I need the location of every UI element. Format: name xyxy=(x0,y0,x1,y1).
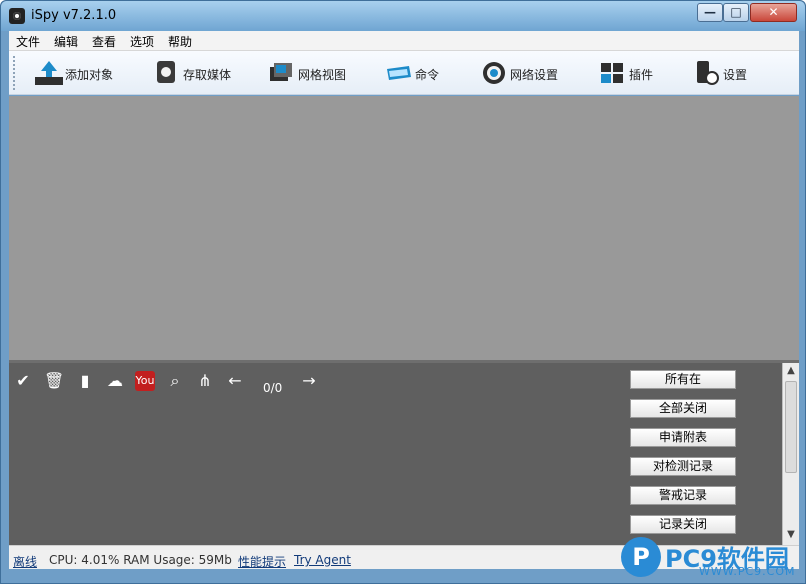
youtube-icon[interactable]: You xyxy=(135,371,155,391)
menu-file[interactable]: 文件 xyxy=(16,33,40,50)
search-icon[interactable]: ⌕ xyxy=(165,371,185,391)
window-title: iSpy v7.2.1.0 xyxy=(31,8,117,23)
performance-tips-link[interactable]: 性能提示 xyxy=(238,553,286,570)
plugin-icon xyxy=(601,63,623,83)
media-pane[interactable]: ✔ 🗑 ▮ ☁ You ⌕ ⋔ ← 0/0 → xyxy=(9,363,622,545)
bottom-panel: ✔ 🗑 ▮ ☁ You ⌕ ⋔ ← 0/0 → 所有在 全部关闭 申请附表 对检… xyxy=(9,363,799,545)
grid-view-icon xyxy=(270,63,292,81)
apply-schedule-button[interactable]: 申请附表 xyxy=(630,428,736,447)
close-all-button[interactable]: 全部关闭 xyxy=(630,399,736,418)
action-pane: 所有在 全部关闭 申请附表 对检测记录 警戒记录 记录关闭 xyxy=(622,363,782,545)
menu-options[interactable]: 选项 xyxy=(130,33,154,50)
menu-bar: 文件 编辑 查看 选项 帮助 xyxy=(9,31,799,51)
trash-icon[interactable]: 🗑 xyxy=(44,371,64,391)
grid-view-label: 网格视图 xyxy=(298,68,347,82)
media-icon xyxy=(157,61,175,83)
arrow-right-icon[interactable]: → xyxy=(299,371,319,391)
plugin-label: 插件 xyxy=(629,68,654,82)
book-icon[interactable]: ▮ xyxy=(75,371,95,391)
all-on-button[interactable]: 所有在 xyxy=(630,370,736,389)
main-toolbar: 添加对象 存取媒体 网格视图 命令 网络设置 插件 设置 xyxy=(9,51,799,95)
watermark: P PC9软件园 WWW.PC9.COM xyxy=(621,537,797,582)
command-label: 命令 xyxy=(415,68,440,82)
offline-link[interactable]: 离线 xyxy=(13,553,37,570)
minimize-button[interactable]: — xyxy=(697,3,723,22)
watermark-logo: P xyxy=(621,537,661,577)
toolbar-grip[interactable] xyxy=(13,56,15,90)
network-settings-label: 网络设置 xyxy=(510,68,559,82)
page-counter: 0/0 xyxy=(263,381,283,395)
check-icon[interactable]: ✔ xyxy=(13,371,33,391)
media-label: 存取媒体 xyxy=(183,68,232,82)
action-scrollbar[interactable]: ▲ ▼ xyxy=(782,363,799,545)
network-settings-icon xyxy=(483,62,505,84)
cpu-ram-usage: CPU: 4.01% RAM Usage: 59Mb xyxy=(49,553,232,567)
record-off-button[interactable]: 记录关闭 xyxy=(630,515,736,534)
scroll-up-icon[interactable]: ▲ xyxy=(785,365,797,377)
tree-icon[interactable]: ⋔ xyxy=(195,371,215,391)
alert-record-button[interactable]: 警戒记录 xyxy=(630,486,736,505)
settings-icon xyxy=(697,61,719,85)
scroll-thumb[interactable] xyxy=(785,381,797,473)
detect-record-button[interactable]: 对检测记录 xyxy=(630,457,736,476)
menu-edit[interactable]: 编辑 xyxy=(54,33,78,50)
menu-help[interactable]: 帮助 xyxy=(168,33,192,50)
try-agent-link[interactable]: Try Agent xyxy=(294,553,351,567)
add-object-icon xyxy=(35,61,63,85)
app-icon xyxy=(9,8,25,24)
menu-view[interactable]: 查看 xyxy=(92,33,116,50)
command-icon xyxy=(387,66,411,80)
maximize-button[interactable]: □ xyxy=(723,3,749,22)
cloud-upload-icon[interactable]: ☁ xyxy=(105,371,125,391)
title-bar[interactable]: iSpy v7.2.1.0 — □ ✕ xyxy=(1,1,805,31)
watermark-subtext: WWW.PC9.COM xyxy=(699,565,796,578)
add-object-label: 添加对象 xyxy=(65,68,114,82)
arrow-left-icon[interactable]: ← xyxy=(225,371,245,391)
camera-view-area[interactable] xyxy=(9,96,799,360)
app-window: iSpy v7.2.1.0 — □ ✕ 文件 编辑 查看 选项 帮助 添加对象 … xyxy=(0,0,806,584)
close-button[interactable]: ✕ xyxy=(750,3,797,22)
settings-label: 设置 xyxy=(723,68,748,82)
